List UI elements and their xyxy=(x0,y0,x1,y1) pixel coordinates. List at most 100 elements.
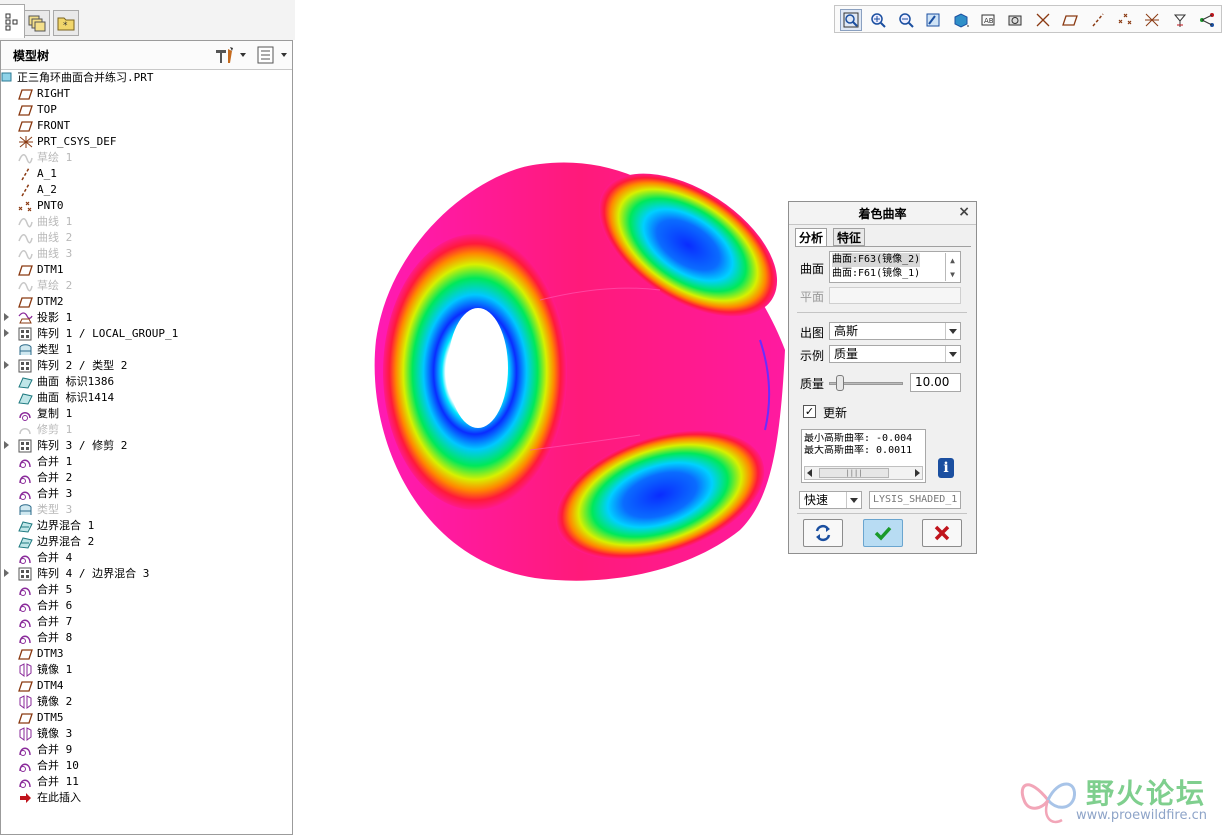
view-style-button[interactable] xyxy=(950,9,972,31)
point-tag-button[interactable] xyxy=(1169,9,1191,31)
expand-arrow-icon[interactable] xyxy=(4,441,9,449)
tree-item-label: 曲面 标识1414 xyxy=(37,391,115,404)
tree-item[interactable]: TOP xyxy=(1,102,292,118)
tree-root[interactable]: 正三角环曲面合并练习.PRT xyxy=(1,70,292,86)
graph-button[interactable] xyxy=(1196,9,1218,31)
analysis-name-input[interactable]: LYSIS_SHADED_1 xyxy=(869,491,961,509)
tree-item[interactable]: DTM5 xyxy=(1,710,292,726)
result-scrollbar[interactable]: |||| xyxy=(804,466,923,480)
scroll-up-icon[interactable]: ▲ xyxy=(945,253,959,267)
surface-collector[interactable]: 曲面:F63(镜像_2) 曲面:F61(镜像_1) ▲ ▼ xyxy=(829,251,961,283)
plane-display-button[interactable] xyxy=(1059,9,1081,31)
scroll-left-icon[interactable] xyxy=(807,469,812,477)
tree-show-button[interactable] xyxy=(257,46,287,64)
zoom-out-button[interactable] xyxy=(895,9,917,31)
expand-arrow-icon[interactable] xyxy=(4,361,9,369)
tree-item-label: 复制 1 xyxy=(37,407,73,420)
tree-item[interactable]: 合并 8 xyxy=(1,630,292,646)
tree-item[interactable]: DTM2 xyxy=(1,294,292,310)
expand-arrow-icon[interactable] xyxy=(4,569,9,577)
shaded-curvature-model[interactable] xyxy=(360,150,790,590)
ok-button[interactable] xyxy=(863,519,903,547)
scroll-down-icon[interactable]: ▼ xyxy=(945,267,959,281)
tree-item[interactable]: 合并 11 xyxy=(1,774,292,790)
tree-item[interactable]: 修剪 1 xyxy=(1,422,292,438)
list-item[interactable]: 曲面:F63(镜像_2) xyxy=(832,253,921,267)
tree-item[interactable]: 曲面 标识1414 xyxy=(1,390,292,406)
tree-item[interactable]: 曲面 标识1386 xyxy=(1,374,292,390)
annotation-display-button[interactable] xyxy=(1141,9,1163,31)
quality-input[interactable]: 10.00 xyxy=(910,373,961,392)
tree-settings-button[interactable] xyxy=(214,46,246,64)
tab-feature[interactable]: 特征 xyxy=(833,228,866,246)
tree-item[interactable]: 曲线 2 xyxy=(1,230,292,246)
tree-item[interactable]: 合并 7 xyxy=(1,614,292,630)
tree-item[interactable]: 镜像 1 xyxy=(1,662,292,678)
tree-item[interactable]: 类型 1 xyxy=(1,342,292,358)
tree-item[interactable]: 复制 1 xyxy=(1,406,292,422)
tree-item[interactable]: DTM4 xyxy=(1,678,292,694)
tree-item[interactable]: A_1 xyxy=(1,166,292,182)
tree-item[interactable]: 草绘 1 xyxy=(1,150,292,166)
tree-item[interactable]: 合并 5 xyxy=(1,582,292,598)
tree-item[interactable]: 阵列 3 / 修剪 2 xyxy=(1,438,292,454)
tree-item[interactable]: 合并 10 xyxy=(1,758,292,774)
repaint-button[interactable] xyxy=(922,9,944,31)
refit-button[interactable] xyxy=(840,9,862,31)
tree-item[interactable]: 阵列 1 / LOCAL_GROUP_1 xyxy=(1,326,292,342)
tree-item[interactable]: 边界混合 2 xyxy=(1,534,292,550)
datum-plane-icon xyxy=(18,295,33,309)
tree-item[interactable]: 边界混合 1 xyxy=(1,518,292,534)
close-icon[interactable]: × xyxy=(958,204,970,220)
saved-views-button[interactable]: AB xyxy=(977,9,999,31)
csys-display-button[interactable] xyxy=(1032,9,1054,31)
cancel-button[interactable] xyxy=(922,519,962,547)
scroll-right-icon[interactable] xyxy=(915,469,920,477)
tree-item[interactable]: DTM3 xyxy=(1,646,292,662)
tree-item[interactable]: PRT_CSYS_DEF xyxy=(1,134,292,150)
tree-item[interactable]: 合并 6 xyxy=(1,598,292,614)
tree-item[interactable]: 在此插入 xyxy=(1,790,292,806)
tree-item[interactable]: 类型 3 xyxy=(1,502,292,518)
expand-arrow-icon[interactable] xyxy=(4,329,9,337)
mode-select[interactable]: 快速 xyxy=(799,491,862,509)
tree-item[interactable]: 镜像 2 xyxy=(1,694,292,710)
model-tree-tab[interactable] xyxy=(0,4,25,38)
tree-item-label: 阵列 2 / 类型 2 xyxy=(37,359,128,372)
repeat-button[interactable] xyxy=(803,519,843,547)
sample-select[interactable]: 质量 xyxy=(829,345,961,363)
tree-item[interactable]: 合并 2 xyxy=(1,470,292,486)
scrollbar-thumb[interactable]: |||| xyxy=(819,468,889,478)
tree-item[interactable]: 合并 1 xyxy=(1,454,292,470)
tree-item[interactable]: 曲线 3 xyxy=(1,246,292,262)
tree-item[interactable]: 合并 4 xyxy=(1,550,292,566)
spin-center-button[interactable] xyxy=(1004,9,1026,31)
tree-item[interactable]: DTM1 xyxy=(1,262,292,278)
layers-tab[interactable] xyxy=(24,10,50,36)
tree-item[interactable]: FRONT xyxy=(1,118,292,134)
tree-item-label: DTM5 xyxy=(37,711,64,724)
tree-item[interactable]: 草绘 2 xyxy=(1,278,292,294)
output-select[interactable]: 高斯 xyxy=(829,322,961,340)
axis-display-button[interactable] xyxy=(1087,9,1109,31)
zoom-in-button[interactable] xyxy=(867,9,889,31)
tree-item[interactable]: PNT0 xyxy=(1,198,292,214)
expand-arrow-icon[interactable] xyxy=(4,313,9,321)
point-display-button[interactable] xyxy=(1114,9,1136,31)
trim-icon xyxy=(18,423,33,437)
update-checkbox[interactable]: ✓ xyxy=(803,405,816,418)
tree-item[interactable]: 投影 1 xyxy=(1,310,292,326)
tree-item[interactable]: 合并 3 xyxy=(1,486,292,502)
tree-item[interactable]: 镜像 3 xyxy=(1,726,292,742)
tab-analysis[interactable]: 分析 xyxy=(795,228,828,247)
tree-item[interactable]: A_2 xyxy=(1,182,292,198)
tree-item[interactable]: 曲线 1 xyxy=(1,214,292,230)
quality-slider-handle[interactable] xyxy=(836,375,844,391)
info-icon[interactable]: i xyxy=(938,458,954,478)
tree-item[interactable]: 阵列 4 / 边界混合 3 xyxy=(1,566,292,582)
tree-item[interactable]: 阵列 2 / 类型 2 xyxy=(1,358,292,374)
tree-item[interactable]: RIGHT xyxy=(1,86,292,102)
favorites-tab[interactable]: * xyxy=(53,10,79,36)
tree-item[interactable]: 合并 9 xyxy=(1,742,292,758)
list-item[interactable]: 曲面:F61(镜像_1) xyxy=(832,267,920,281)
